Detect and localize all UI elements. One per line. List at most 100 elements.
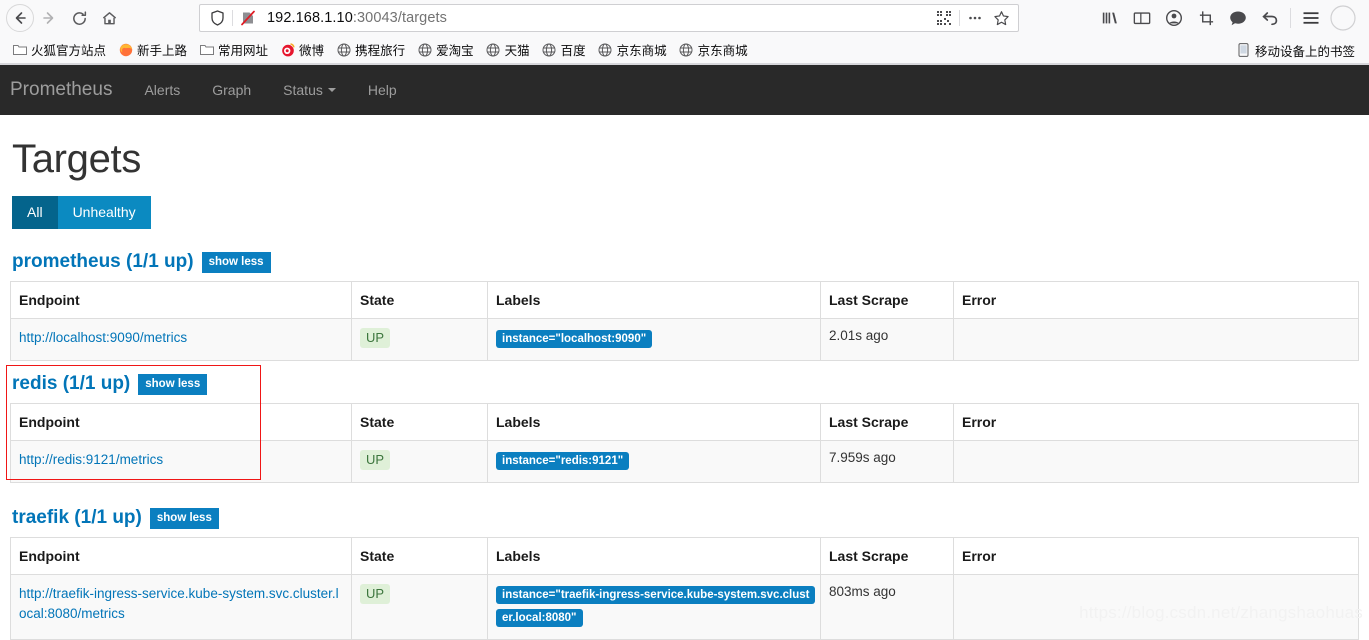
last-scrape-text: 7.959s ago — [829, 450, 896, 466]
bookmark-item[interactable]: 携程旅行 — [330, 38, 411, 61]
nav-graph[interactable]: Graph — [196, 82, 267, 98]
weibo-icon — [280, 42, 295, 57]
nav-alerts-label: Alerts — [144, 82, 181, 98]
menu-icon[interactable] — [1295, 3, 1327, 33]
job-section-prometheus: prometheus (1/1 up) show less Endpoint S… — [10, 247, 1359, 362]
account-icon[interactable] — [1158, 3, 1190, 33]
bookmark-item[interactable]: 爱淘宝 — [411, 38, 480, 61]
qr-code-icon[interactable] — [931, 5, 957, 31]
label-badge[interactable]: instance="traefik-ingress-service.kube-s… — [496, 586, 816, 628]
filter-button-group: All Unhealthy — [12, 196, 1359, 230]
undo-icon[interactable] — [1254, 3, 1286, 33]
th-last-scrape: Last Scrape — [820, 537, 954, 576]
endpoint-link[interactable]: http://redis:9121/metrics — [19, 452, 163, 467]
watermark-text: https://blog.csdn.net/zhangshaohuas — [1079, 603, 1363, 622]
filter-unhealthy-button[interactable]: Unhealthy — [57, 196, 151, 230]
show-less-button[interactable]: show less — [149, 508, 219, 529]
browser-nav-toolbar: 192.168.1.10:30043/targets — [0, 0, 1369, 36]
cell-state: UP — [351, 318, 488, 362]
profile-avatar[interactable] — [1327, 3, 1359, 33]
th-last-scrape: Last Scrape — [820, 403, 954, 442]
table-row: http://localhost:9090/metrics UP instanc… — [10, 318, 1359, 362]
toolbar-divider — [1290, 8, 1291, 28]
th-error: Error — [953, 403, 1359, 442]
bookmark-label: 爱淘宝 — [436, 43, 474, 58]
address-bar[interactable]: 192.168.1.10:30043/targets — [199, 4, 1019, 32]
bookmark-item[interactable]: 京东商城 — [592, 38, 673, 61]
reload-button[interactable] — [64, 3, 94, 33]
bookmark-label: 火狐官方站点 — [31, 43, 107, 58]
th-labels: Labels — [487, 537, 821, 576]
browser-toolbar-right — [1094, 3, 1363, 33]
status-badge: UP — [360, 328, 391, 348]
screenshot-icon[interactable] — [1190, 3, 1222, 33]
label-badge[interactable]: instance="redis:9121" — [496, 452, 630, 471]
th-error: Error — [953, 537, 1359, 576]
cell-state: UP — [351, 440, 488, 484]
show-less-button[interactable]: show less — [201, 252, 271, 273]
bookmark-item[interactable]: 百度 — [536, 38, 592, 61]
targets-table: Endpoint State Labels Last Scrape Error … — [10, 403, 1359, 484]
table-header-row: Endpoint State Labels Last Scrape Error — [10, 537, 1359, 576]
brand-prometheus[interactable]: Prometheus — [10, 79, 128, 101]
ellipsis-icon[interactable] — [962, 5, 988, 31]
cell-last-scrape: 7.959s ago — [820, 440, 954, 484]
job-header: redis (1/1 up) show less — [10, 369, 1359, 403]
arrow-right-icon — [43, 12, 54, 24]
pocket-icon[interactable] — [1222, 3, 1254, 33]
page-blocked-icon[interactable] — [235, 5, 261, 31]
globe-icon — [598, 42, 613, 57]
table-header-row: Endpoint State Labels Last Scrape Error — [10, 281, 1359, 320]
cell-last-scrape: 2.01s ago — [820, 318, 954, 362]
nav-help[interactable]: Help — [352, 82, 413, 98]
endpoint-link[interactable]: http://localhost:9090/metrics — [19, 330, 187, 345]
bookmark-item[interactable]: 天猫 — [480, 38, 536, 61]
urlbar-wrapper: 192.168.1.10:30043/targets — [124, 4, 1094, 32]
urlbar-actions — [931, 5, 1014, 31]
mobile-bookmarks-item[interactable]: 移动设备上的书签 — [1230, 36, 1361, 64]
star-icon[interactable] — [988, 5, 1014, 31]
globe-icon — [542, 42, 557, 57]
show-less-button[interactable]: show less — [138, 374, 208, 395]
bookmark-item[interactable]: 常用网址 — [193, 38, 274, 61]
bookmark-label: 携程旅行 — [355, 43, 406, 58]
folder-icon — [12, 42, 27, 57]
globe-icon — [486, 42, 501, 57]
th-state: State — [351, 281, 488, 320]
nav-alerts[interactable]: Alerts — [128, 82, 196, 98]
arrow-left-icon — [15, 12, 26, 24]
forward-button[interactable] — [34, 3, 64, 33]
th-state: State — [351, 403, 488, 442]
job-title: traefik (1/1 up) — [12, 507, 142, 529]
bookmark-label: 京东商城 — [616, 43, 667, 58]
globe-icon — [417, 42, 432, 57]
th-labels: Labels — [487, 403, 821, 442]
home-button[interactable] — [94, 3, 124, 33]
filter-all-button[interactable]: All — [12, 196, 58, 230]
nav-status[interactable]: Status — [267, 82, 352, 98]
th-endpoint: Endpoint — [10, 403, 352, 442]
library-icon[interactable] — [1094, 3, 1126, 33]
th-error: Error — [953, 281, 1359, 320]
th-endpoint: Endpoint — [10, 537, 352, 576]
nav-status-label: Status — [283, 82, 323, 98]
back-button[interactable] — [6, 4, 34, 32]
bookmark-item[interactable]: 微博 — [274, 38, 330, 61]
bookmark-item[interactable]: 新手上路 — [112, 38, 193, 61]
bookmark-label: 常用网址 — [218, 43, 269, 58]
endpoint-link[interactable]: http://traefik-ingress-service.kube-syst… — [19, 586, 339, 621]
bookmark-item[interactable]: 火狐官方站点 — [6, 38, 112, 61]
home-icon — [102, 11, 116, 24]
page-content: Targets All Unhealthy prometheus (1/1 up… — [0, 137, 1369, 640]
shield-icon[interactable] — [204, 5, 230, 31]
job-header: prometheus (1/1 up) show less — [10, 247, 1359, 281]
sidebar-icon[interactable] — [1126, 3, 1158, 33]
label-badge[interactable]: instance="localhost:9090" — [496, 330, 653, 349]
prometheus-navbar: Prometheus Alerts Graph Status Help — [0, 65, 1369, 115]
bookmark-label: 天猫 — [504, 43, 530, 58]
bookmark-item[interactable]: 京东商城 — [673, 38, 754, 61]
mobile-device-icon — [1236, 43, 1251, 58]
bookmark-label: 京东商城 — [697, 43, 748, 58]
cell-state: UP — [351, 574, 488, 640]
status-badge: UP — [360, 584, 391, 604]
